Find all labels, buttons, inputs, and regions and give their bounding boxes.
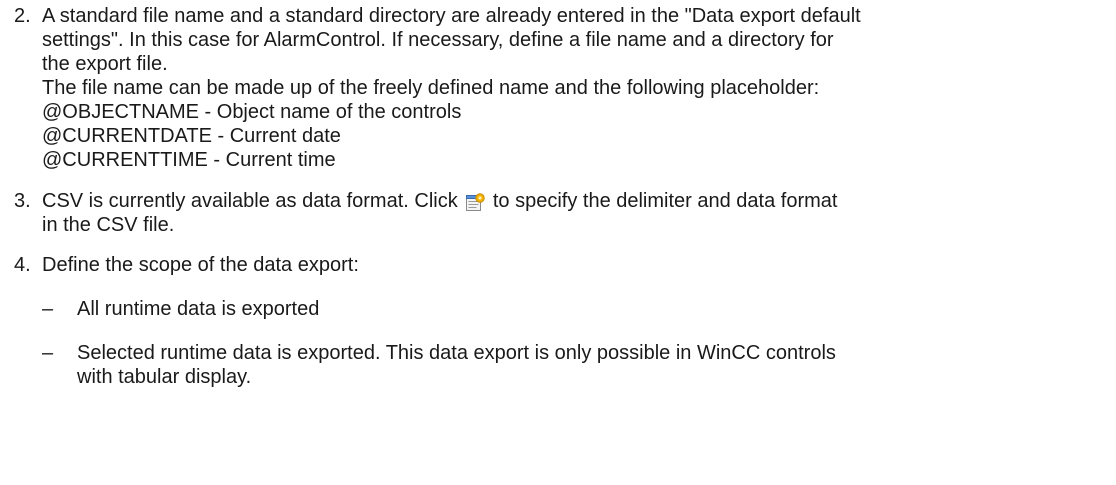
step-number: 3. (14, 190, 31, 212)
sub-item-line: with tabular display. (77, 366, 252, 388)
step-text: Define the scope of the data export: (42, 253, 1112, 277)
step-number: 4. (14, 254, 31, 276)
step-line: the export file. (42, 53, 168, 75)
placeholder-currentdate: @CURRENTDATE - Current date (42, 125, 341, 147)
step-line: A standard file name and a standard dire… (42, 5, 861, 27)
step-number: 2. (14, 5, 31, 27)
step-line-part: CSV is currently available as data forma… (42, 190, 458, 212)
step-line: The file name can be made up of the free… (42, 77, 820, 99)
placeholder-objectname: @OBJECTNAME - Object name of the control… (42, 101, 462, 123)
step-text: CSV is currently available as data forma… (42, 189, 1112, 237)
step-line: Define the scope of the data export: (42, 254, 359, 276)
step-line: settings". In this case for AlarmControl… (42, 29, 834, 51)
sub-item-line: All runtime data is exported (77, 298, 320, 320)
step-4: 4. Define the scope of the data export: (0, 253, 1112, 277)
sub-item-selected-runtime: – Selected runtime data is exported. Thi… (42, 341, 1112, 389)
step-line: CSV is currently available as data forma… (42, 189, 1112, 213)
step-text: A standard file name and a standard dire… (42, 4, 1112, 172)
sub-item-line: Selected runtime data is exported. This … (77, 342, 836, 364)
dash-bullet: – (42, 298, 54, 320)
csv-settings-icon[interactable] (465, 192, 485, 212)
sub-item-text: Selected runtime data is exported. This … (77, 341, 1112, 389)
sub-item-text: All runtime data is exported (77, 297, 1112, 321)
placeholder-currenttime: @CURRENTTIME - Current time (42, 149, 336, 171)
step-3: 3. CSV is currently available as data fo… (0, 189, 1112, 237)
sub-item-all-runtime: – All runtime data is exported (42, 297, 1112, 321)
dash-bullet: – (42, 342, 54, 364)
step-line: in the CSV file. (42, 214, 175, 236)
step-2: 2. A standard file name and a standard d… (0, 4, 1112, 172)
step-line-part: to specify the delimiter and data format (492, 190, 838, 212)
